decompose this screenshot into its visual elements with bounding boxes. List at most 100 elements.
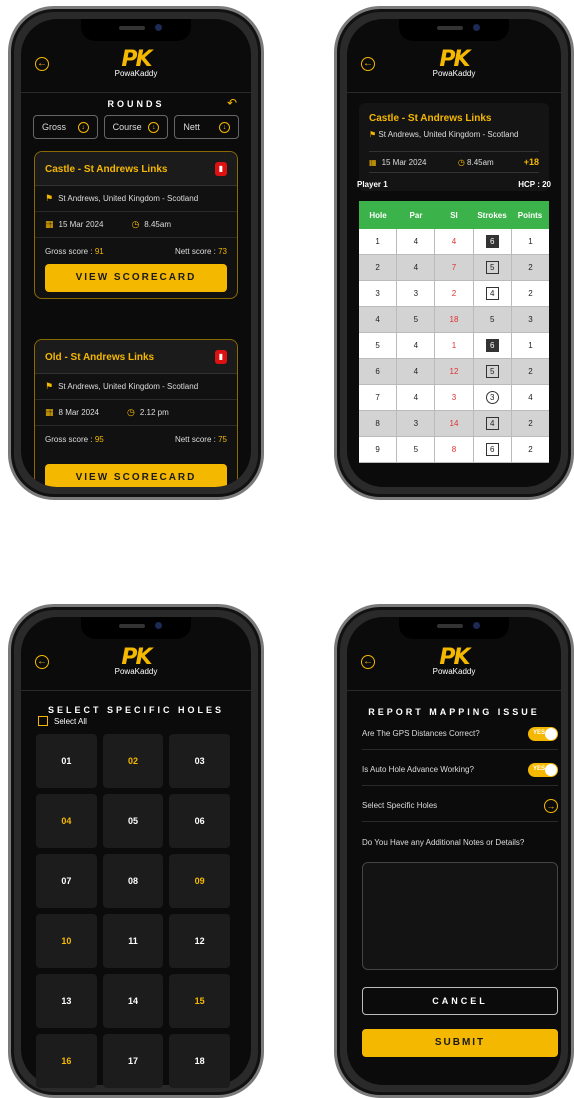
back-icon[interactable]: ←	[35, 57, 49, 71]
logo: PK PowaKaddy	[98, 49, 174, 85]
chevron-down-icon: ↓	[219, 121, 231, 133]
gps-question: Are The GPS Distances Correct?	[362, 729, 480, 738]
checkbox[interactable]	[38, 716, 48, 726]
back-icon[interactable]: ←	[361, 57, 375, 71]
toggle-knob	[545, 763, 557, 776]
hole-tile[interactable]: 12	[169, 914, 230, 968]
cell-hole: 6	[359, 359, 398, 384]
logo-name: PowaKaddy	[432, 667, 476, 676]
top-bar: ← PK PowaKaddy	[347, 641, 561, 691]
filter-gross[interactable]: Gross ↓	[33, 115, 98, 139]
round-card: Castle - St Andrews Links ▮ ⚑ St Andrews,…	[34, 151, 238, 299]
cancel-button[interactable]: CANCEL	[362, 987, 558, 1015]
strokes-value: 6	[485, 235, 499, 248]
top-bar: ← PK PowaKaddy	[21, 43, 251, 93]
cell-hole: 3	[359, 281, 398, 306]
location-row: ⚑ St Andrews, United Kingdom - Scotland	[35, 186, 237, 212]
cell-si: 2	[435, 281, 474, 306]
location-row: ⚑ St Andrews, United Kingdom - Scotland	[369, 130, 518, 139]
filter-nett[interactable]: Nett ↓	[174, 115, 240, 139]
view-scorecard-button[interactable]: VIEW SCORECARD	[45, 464, 227, 487]
cell-hole: 7	[359, 385, 398, 410]
hole-tile[interactable]: 07	[36, 854, 97, 908]
arrow-right-icon[interactable]: →	[544, 798, 558, 813]
hole-tile[interactable]: 16	[36, 1034, 97, 1088]
course-title: Old - St Andrews Links	[45, 352, 155, 363]
card-header: Castle - St Andrews Links ▮	[35, 152, 237, 186]
chevron-down-icon: ↓	[148, 121, 160, 133]
table-row: 24752	[359, 255, 549, 281]
hole-tile[interactable]: 11	[102, 914, 164, 968]
logo: PK PowaKaddy	[416, 647, 492, 683]
hole-tile[interactable]: 10	[36, 914, 97, 968]
select-holes-row[interactable]: Select Specific Holes →	[362, 790, 558, 822]
top-bar: ← PK PowaKaddy	[347, 43, 561, 93]
strokes-value: 6	[485, 339, 499, 352]
back-icon[interactable]: ←	[35, 655, 49, 669]
location: St Andrews, United Kingdom - Scotland	[378, 130, 519, 139]
hole-tile[interactable]: 14	[102, 974, 164, 1028]
cell-par: 3	[397, 281, 436, 306]
cell-hole: 8	[359, 411, 398, 436]
clock-icon: ◷	[131, 219, 140, 229]
score-table: Hole Par SI Strokes Points 1446124752332…	[359, 201, 549, 463]
notes-textarea[interactable]	[362, 862, 558, 970]
location: St Andrews, United Kingdom - Scotland	[58, 382, 199, 391]
flag-icon: ⚑	[45, 193, 54, 203]
flag-icon: ⚑	[369, 130, 377, 139]
hole-tile[interactable]: 01	[36, 734, 97, 788]
col-si: SI	[450, 210, 458, 220]
table-row: 4 5 18 5 3	[359, 307, 549, 333]
hole-tile[interactable]: 13	[36, 974, 97, 1028]
undo-icon[interactable]: ↶	[227, 96, 237, 110]
logo-name: PowaKaddy	[114, 667, 158, 676]
gross-label: Gross score :	[45, 246, 93, 256]
calendar-icon: ▦	[45, 407, 54, 417]
flag-icon: ⚑	[45, 381, 54, 391]
select-all[interactable]: Select All	[38, 716, 87, 726]
logo-mark: PK	[121, 47, 152, 72]
hole-tile[interactable]: 08	[102, 854, 164, 908]
trash-icon[interactable]: ▮	[215, 162, 227, 176]
player-row: Player 1 HCP : 20	[357, 180, 551, 189]
page-title: REPORT MAPPING ISSUE	[368, 707, 540, 717]
scores-row: Gross score : 95 Nett score : 75	[35, 426, 237, 452]
hole-tile[interactable]: 03	[169, 734, 230, 788]
date: 15 Mar 2024	[58, 220, 104, 229]
table-header: Hole Par SI Strokes Points	[359, 201, 549, 229]
notes-question: Do You Have any Additional Notes or Deta…	[362, 837, 525, 847]
handicap: HCP : 20	[518, 180, 551, 189]
scorecard-screen: ← PK PowaKaddy Castle - St Andrews Links…	[347, 19, 561, 487]
filter-course[interactable]: Course ↓	[103, 115, 169, 139]
calendar-icon: ▦	[45, 219, 54, 229]
hole-tile[interactable]: 17	[102, 1034, 164, 1088]
cell-si: 1	[435, 333, 474, 358]
hole-tile[interactable]: 15	[169, 974, 230, 1028]
auto-hole-toggle[interactable]: YES	[528, 762, 558, 777]
cell-strokes: 5	[474, 307, 512, 332]
gross-score: Gross score : 95	[45, 435, 104, 444]
hole-grid: 01 02 03 04 05 06 07 08 09 10 11 12 13 14 15 16 17 18	[36, 734, 230, 1088]
hole-tile[interactable]: 18	[169, 1034, 230, 1088]
trash-icon[interactable]: ▮	[215, 350, 227, 364]
hole-tile[interactable]: 04	[36, 794, 97, 848]
cell-points: 2	[528, 263, 533, 272]
hole-tile[interactable]: 06	[169, 794, 230, 848]
strokes-value: 4	[485, 417, 499, 430]
cell-points: 4	[528, 393, 533, 402]
notch	[399, 19, 509, 41]
nett-score: Nett score : 73	[175, 247, 227, 256]
hole-tile[interactable]: 02	[102, 734, 164, 788]
back-icon[interactable]: ←	[361, 655, 375, 669]
hole-tile[interactable]: 09	[169, 854, 230, 908]
hole-tile[interactable]: 05	[102, 794, 164, 848]
cell-si: 8	[435, 437, 474, 462]
cell-si: 3	[435, 385, 474, 410]
view-scorecard-button[interactable]: VIEW SCORECARD	[45, 264, 227, 292]
submit-button[interactable]: SUBMIT	[362, 1029, 558, 1057]
table-row: 54161	[359, 333, 549, 359]
cell-points: 1	[528, 237, 533, 246]
clock-icon: ◷	[126, 407, 135, 417]
gps-toggle[interactable]: YES	[528, 726, 558, 741]
filter-label: Course	[112, 122, 142, 132]
